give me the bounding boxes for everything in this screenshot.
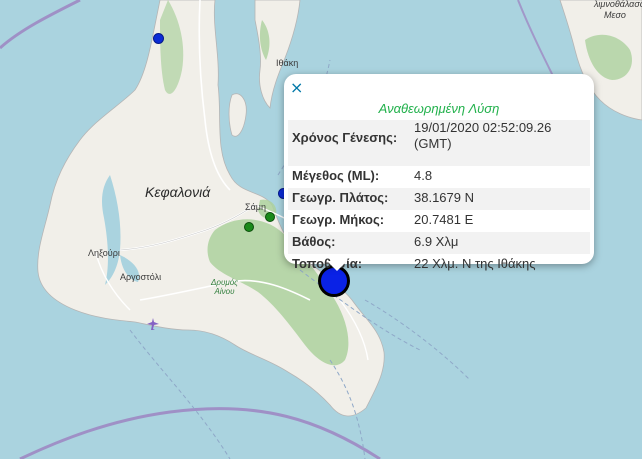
label-drymos-line2: Αίνου [214, 287, 235, 296]
earthquake-info-popup: × Αναθεωρημένη Λύση Χρόνος Γένεσης: 19/0… [284, 74, 594, 271]
blue-earthquake-marker[interactable] [153, 33, 164, 44]
label-lixouri: Ληξούρι [88, 248, 120, 258]
label-kefalonia: Κεφαλονιά [145, 184, 211, 200]
row-value-latitude: 38.1679 N [410, 188, 590, 210]
airplane-icon [146, 317, 160, 331]
row-value-depth: 6.9 Χλμ [410, 232, 590, 254]
row-value-location: 22 Χλμ. Ν της Ιθάκης [414, 256, 536, 271]
row-value-origin-time: 19/01/2020 02:52:09.26 (GMT) [410, 120, 590, 166]
popup-tip [327, 261, 347, 271]
earthquake-details-table: Χρόνος Γένεσης: 19/01/2020 02:52:09.26 (… [288, 120, 590, 276]
row-key-origin-time: Χρόνος Γένεσης: [288, 120, 410, 166]
green-earthquake-marker[interactable] [265, 212, 275, 222]
label-drymos-line1: Δρυμός [211, 278, 239, 287]
label-top-right: λιμνοθάλασσα Μεσο [594, 0, 642, 21]
label-top-right-line1: λιμνοθάλασσα [594, 0, 642, 9]
label-sami: Σάμη [245, 202, 266, 212]
row-value-longitude: 20.7481 E [414, 212, 474, 227]
row-key-latitude: Γεωγρ. Πλάτος: [288, 188, 410, 210]
row-value-magnitude: 4.8 [414, 168, 433, 183]
table-row: Μέγεθος (ML): 4.8 [288, 166, 590, 188]
row-key-depth: Βάθος: [288, 232, 410, 254]
close-icon[interactable]: × [290, 80, 303, 96]
label-drymos-ainou: Δρυμός Αίνου [211, 278, 238, 296]
label-top-right-line2: Μεσο [604, 10, 626, 20]
row-key-location: Τοποθεσία: [292, 256, 363, 271]
row-key-longitude: Γεωγρ. Μήκος: [292, 212, 385, 227]
row-key-magnitude: Μέγεθος (ML): [292, 168, 380, 183]
table-row: Χρόνος Γένεσης: 19/01/2020 02:52:09.26 (… [288, 120, 590, 166]
label-ithaki: Ιθάκη [276, 58, 299, 68]
green-earthquake-marker[interactable] [244, 222, 254, 232]
map-view[interactable]: Κεφαλονιά Ιθάκη Σάμη Ληξούρι Αργοστόλι Δ… [0, 0, 642, 459]
table-row: Γεωγρ. Πλάτος: 38.1679 N [288, 188, 590, 210]
table-row: Βάθος: 6.9 Χλμ [288, 232, 590, 254]
popup-title: Αναθεωρημένη Λύση [378, 101, 500, 116]
table-row: Γεωγρ. Μήκος: 20.7481 E [288, 210, 590, 232]
label-argostoli: Αργοστόλι [120, 272, 162, 282]
